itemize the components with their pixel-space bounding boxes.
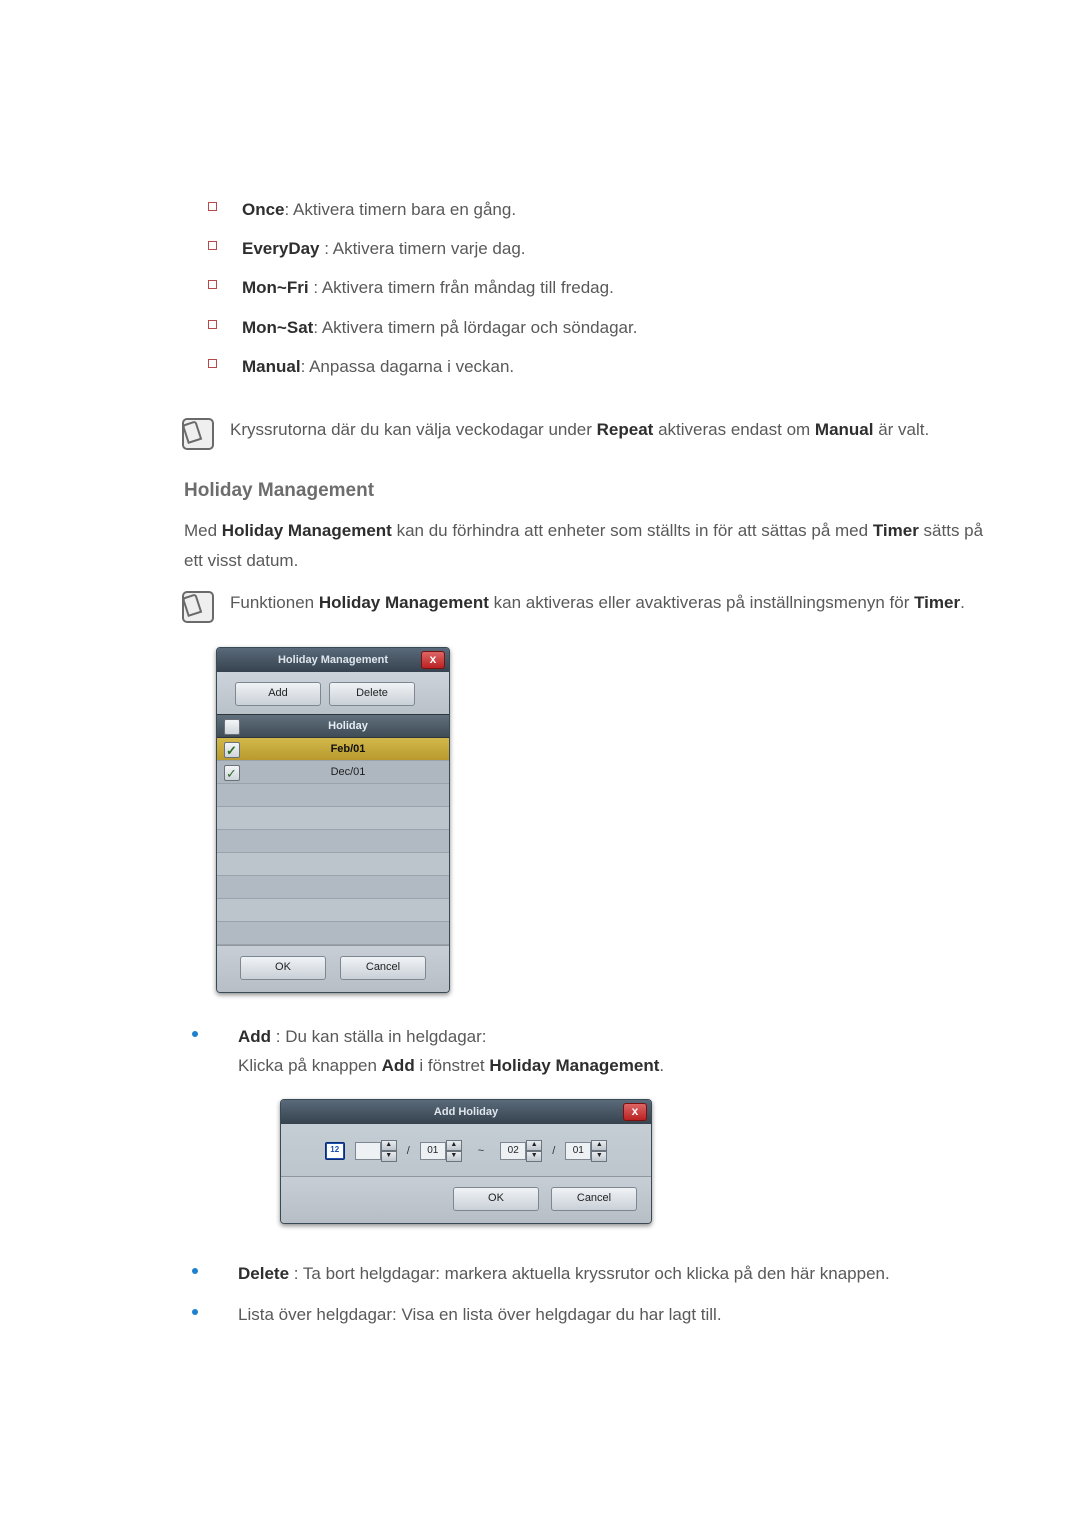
list-item: Mon~Sat: Aktivera timern på lördagar och… — [190, 308, 990, 347]
holiday-intro: Med Holiday Management kan du förhindra … — [184, 516, 990, 576]
table-row — [217, 876, 449, 899]
close-icon[interactable]: x — [623, 1103, 647, 1121]
window-titlebar[interactable]: Add Holiday x — [281, 1100, 651, 1124]
range-separator: ~ — [468, 1142, 494, 1161]
close-icon[interactable]: x — [421, 651, 445, 669]
document-page: Once: Aktivera timern bara en gång. Ever… — [0, 0, 1080, 1527]
select-all-checkbox[interactable] — [224, 719, 240, 735]
table-row — [217, 830, 449, 853]
section-title-holiday-management: Holiday Management — [184, 480, 990, 502]
column-checkbox-header[interactable] — [217, 715, 247, 737]
ok-button[interactable]: OK — [453, 1187, 539, 1211]
item-desc: Lista över helgdagar: Visa en lista över… — [238, 1305, 722, 1324]
from-day-stepper[interactable]: 01 ▲▼ — [420, 1140, 462, 1162]
holiday-management-window: Holiday Management x Add Delete Holiday … — [216, 647, 450, 993]
spin-down-icon[interactable]: ▼ — [381, 1151, 397, 1162]
ok-button[interactable]: OK — [240, 956, 326, 980]
table-row — [217, 807, 449, 830]
option-name: Manual — [242, 357, 301, 376]
note-text: Funktionen Holiday Management kan aktive… — [230, 589, 965, 616]
item-desc: : Ta bort helgdagar: markera aktuella kr… — [289, 1264, 890, 1283]
row-check-cell[interactable] — [217, 738, 247, 760]
window-title: Holiday Management — [278, 654, 388, 666]
option-desc: : Aktivera timern från måndag till freda… — [309, 278, 614, 297]
from-day-input[interactable]: 01 — [420, 1142, 446, 1160]
from-month-stepper[interactable]: ▲▼ — [355, 1140, 397, 1162]
add-holiday-body: ▲▼ / 01 ▲▼ ~ 02 ▲▼ / 01 ▲▼ — [281, 1124, 651, 1176]
list-item: Lista över helgdagar: Visa en lista över… — [190, 1295, 990, 1336]
to-month-input[interactable]: 02 — [500, 1142, 526, 1160]
spin-down-icon[interactable]: ▼ — [591, 1151, 607, 1162]
option-desc: : Aktivera timern på lördagar och söndag… — [313, 318, 637, 337]
window-toolbar: Add Delete — [217, 672, 449, 714]
list-item: Manual: Anpassa dagarna i veckan. — [190, 347, 990, 386]
note-holiday-toggle: Funktionen Holiday Management kan aktive… — [182, 589, 990, 623]
table-row[interactable]: Dec/01 — [217, 761, 449, 784]
window-title: Add Holiday — [434, 1106, 498, 1118]
note-icon — [182, 418, 214, 450]
spin-up-icon[interactable]: ▲ — [591, 1140, 607, 1151]
window-footer: OK Cancel — [217, 945, 449, 992]
item-name: Add — [238, 1027, 271, 1046]
option-name: Mon~Sat — [242, 318, 313, 337]
to-day-input[interactable]: 01 — [565, 1142, 591, 1160]
window-titlebar[interactable]: Holiday Management x — [217, 648, 449, 672]
cancel-button[interactable]: Cancel — [551, 1187, 637, 1211]
spin-down-icon[interactable]: ▼ — [446, 1151, 462, 1162]
window-footer: OK Cancel — [281, 1176, 651, 1223]
cancel-button[interactable]: Cancel — [340, 956, 426, 980]
note-text: Kryssrutorna där du kan välja veckodagar… — [230, 416, 929, 443]
to-day-stepper[interactable]: 01 ▲▼ — [565, 1140, 607, 1162]
option-name: Mon~Fri — [242, 278, 309, 297]
holiday-actions-list: Add : Du kan ställa in helgdagar: Klicka… — [190, 1017, 990, 1336]
from-month-input[interactable] — [355, 1142, 381, 1160]
note-icon — [182, 591, 214, 623]
table-row — [217, 922, 449, 945]
spin-up-icon[interactable]: ▲ — [381, 1140, 397, 1151]
list-item: EveryDay : Aktivera timern varje dag. — [190, 229, 990, 268]
repeat-options-list: Once: Aktivera timern bara en gång. Ever… — [190, 190, 990, 386]
option-name: Once — [242, 200, 285, 219]
option-name: EveryDay — [242, 239, 320, 258]
calendar-icon[interactable] — [325, 1142, 345, 1160]
to-month-stepper[interactable]: 02 ▲▼ — [500, 1140, 542, 1162]
list-item: Once: Aktivera timern bara en gång. — [190, 190, 990, 229]
table-row — [217, 784, 449, 807]
table-row — [217, 853, 449, 876]
list-item: Mon~Fri : Aktivera timern från måndag ti… — [190, 268, 990, 307]
list-item: Delete : Ta bort helgdagar: markera aktu… — [190, 1254, 990, 1295]
spin-up-icon[interactable]: ▲ — [526, 1140, 542, 1151]
slash: / — [548, 1142, 559, 1161]
add-holiday-window: Add Holiday x ▲▼ / 01 ▲▼ ~ — [280, 1099, 652, 1224]
item-name: Delete — [238, 1264, 289, 1283]
item-desc: : Du kan ställa in helgdagar: — [271, 1027, 486, 1046]
option-desc: : Aktivera timern varje dag. — [320, 239, 526, 258]
option-desc: : Anpassa dagarna i veckan. — [301, 357, 515, 376]
delete-button[interactable]: Delete — [329, 682, 415, 706]
row-value: Feb/01 — [247, 738, 449, 760]
row-check-cell[interactable] — [217, 761, 247, 783]
spin-up-icon[interactable]: ▲ — [446, 1140, 462, 1151]
row-value: Dec/01 — [247, 761, 449, 783]
note-repeat-manual: Kryssrutorna där du kan välja veckodagar… — [182, 416, 990, 450]
row-checkbox[interactable] — [224, 742, 240, 758]
add-button[interactable]: Add — [235, 682, 321, 706]
column-holiday-header[interactable]: Holiday — [247, 715, 449, 737]
slash: / — [403, 1142, 414, 1161]
table-header: Holiday — [217, 714, 449, 738]
table-body: Feb/01 Dec/01 — [217, 738, 449, 945]
spin-down-icon[interactable]: ▼ — [526, 1151, 542, 1162]
table-row[interactable]: Feb/01 — [217, 738, 449, 761]
table-row — [217, 899, 449, 922]
list-item: Add : Du kan ställa in helgdagar: Klicka… — [190, 1017, 990, 1254]
row-checkbox[interactable] — [224, 765, 240, 781]
option-desc: : Aktivera timern bara en gång. — [285, 200, 517, 219]
